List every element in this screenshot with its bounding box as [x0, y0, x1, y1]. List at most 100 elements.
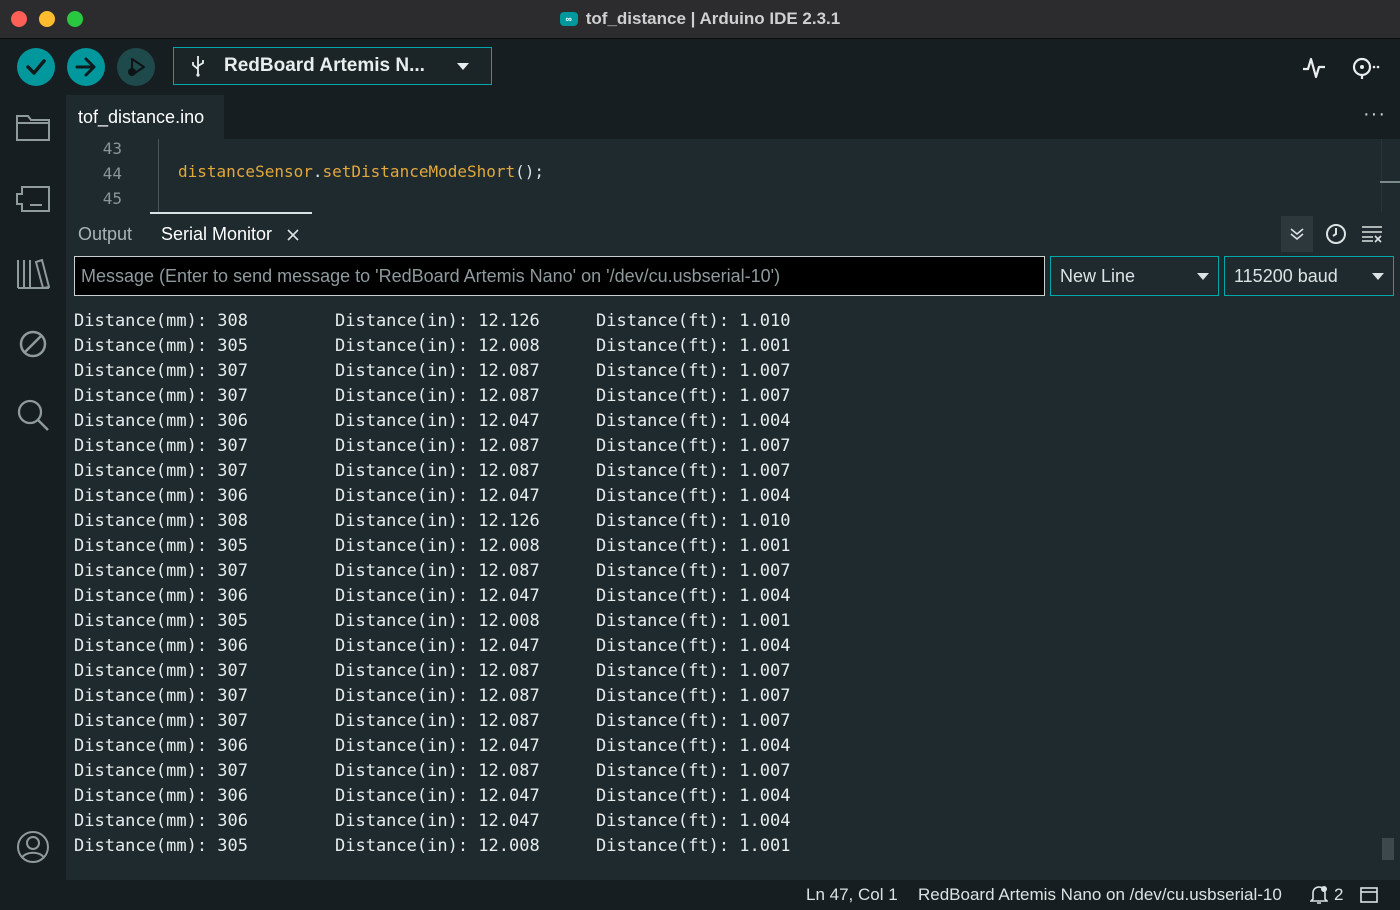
code-object-token: distanceSensor — [178, 162, 313, 181]
distance-mm-value: Distance(mm): 308 — [74, 511, 248, 531]
serial-output-line: Distance(mm): 308 Distance(in): 12.126 Dis… — [74, 509, 1374, 534]
sketchbook-button[interactable] — [15, 109, 51, 145]
close-serial-monitor-button[interactable] — [286, 228, 300, 242]
notifications-button[interactable]: 2 — [1310, 885, 1343, 905]
distance-mm-value: Distance(mm): 305 — [74, 536, 248, 556]
chevron-down-icon — [1197, 272, 1209, 280]
distance-mm-value: Distance(mm): 305 — [74, 836, 248, 856]
boards-manager-button[interactable] — [15, 181, 51, 217]
distance-in-value: Distance(in): 12.008 — [335, 611, 540, 631]
distance-in-value: Distance(in): 12.008 — [335, 336, 540, 356]
code-line: distanceSensor.setDistanceModeShort(); — [178, 162, 544, 181]
distance-mm-value: Distance(mm): 307 — [74, 386, 248, 406]
bell-icon — [1310, 886, 1328, 904]
serial-output-line: Distance(mm): 306 Distance(in): 12.047 Dis… — [74, 409, 1374, 434]
distance-in-value: Distance(in): 12.047 — [335, 811, 540, 831]
arduino-ide-window: ∞ tof_distance | Arduino IDE 2.3.1 RedBo… — [0, 0, 1400, 910]
distance-mm-value: Distance(mm): 307 — [74, 436, 248, 456]
serial-output-line: Distance(mm): 306 Distance(in): 12.047 Dis… — [74, 784, 1374, 809]
serial-output-line: Distance(mm): 306 Distance(in): 12.047 Dis… — [74, 584, 1374, 609]
tab-serial-monitor[interactable]: Serial Monitor — [161, 224, 272, 245]
usb-icon — [190, 55, 210, 77]
account-icon — [17, 831, 49, 863]
serial-output-line: Distance(mm): 307 Distance(in): 12.087 Dis… — [74, 684, 1374, 709]
clock-icon — [1326, 224, 1346, 244]
verify-button[interactable] — [17, 48, 55, 86]
line-number: 44 — [102, 164, 122, 183]
baud-rate-select[interactable]: 115200 baud — [1224, 256, 1394, 296]
distance-ft-value: Distance(ft): 1.004 — [596, 786, 791, 806]
serial-monitor-button[interactable] — [1348, 51, 1380, 83]
window-title-group: ∞ tof_distance | Arduino IDE 2.3.1 — [0, 0, 1400, 38]
editor-scroll-marker[interactable] — [1380, 181, 1400, 183]
serial-output-line: Distance(mm): 307 Distance(in): 12.087 Dis… — [74, 559, 1374, 584]
more-actions-icon[interactable]: ··· — [1363, 103, 1386, 126]
code-editor[interactable]: 43 44 45 distanceSensor.setDistanceModeS… — [66, 139, 1400, 212]
distance-in-value: Distance(in): 12.047 — [335, 636, 540, 656]
search-button[interactable] — [15, 397, 51, 433]
output-scrollbar[interactable] — [1382, 838, 1394, 860]
distance-ft-value: Distance(ft): 1.004 — [596, 586, 791, 606]
distance-in-value: Distance(in): 12.126 — [335, 511, 540, 531]
distance-ft-value: Distance(ft): 1.007 — [596, 561, 791, 581]
close-icon — [287, 229, 299, 241]
editor-tabstrip: tof_distance.ino ··· — [66, 95, 1400, 139]
distance-in-value: Distance(in): 12.087 — [335, 761, 540, 781]
serial-output-line: Distance(mm): 308 Distance(in): 12.126 Dis… — [74, 309, 1374, 334]
code-dot-token: . — [312, 162, 323, 181]
distance-mm-value: Distance(mm): 306 — [74, 586, 248, 606]
toolbar: RedBoard Artemis N... — [0, 39, 1400, 95]
serial-output-line: Distance(mm): 305 Distance(in): 12.008 Dis… — [74, 534, 1374, 559]
serial-message-input[interactable] — [74, 256, 1045, 296]
distance-ft-value: Distance(ft): 1.004 — [596, 411, 791, 431]
distance-in-value: Distance(in): 12.047 — [335, 786, 540, 806]
distance-ft-value: Distance(ft): 1.001 — [596, 836, 791, 856]
distance-in-value: Distance(in): 12.047 — [335, 411, 540, 431]
toggle-panel-button[interactable] — [1360, 887, 1378, 908]
account-button[interactable] — [15, 829, 51, 865]
window-title: tof_distance | Arduino IDE 2.3.1 — [585, 9, 841, 28]
debug-button[interactable] — [117, 48, 155, 86]
toggle-autoscroll-button[interactable] — [1281, 216, 1313, 252]
serial-output-line: Distance(mm): 305 Distance(in): 12.008 Dis… — [74, 834, 1374, 859]
line-ending-select[interactable]: New Line — [1050, 256, 1219, 296]
distance-mm-value: Distance(mm): 305 — [74, 336, 248, 356]
serial-output-line: Distance(mm): 307 Distance(in): 12.087 Dis… — [74, 659, 1374, 684]
serial-output-line: Distance(mm): 306 Distance(in): 12.047 Dis… — [74, 634, 1374, 659]
arrow-right-icon — [75, 57, 96, 77]
check-icon — [26, 59, 46, 75]
code-tail-token: (); — [515, 162, 545, 181]
library-manager-button[interactable] — [15, 255, 51, 291]
distance-ft-value: Distance(ft): 1.004 — [596, 486, 791, 506]
serial-plotter-button[interactable] — [1298, 51, 1330, 83]
tab-output[interactable]: Output — [78, 224, 132, 245]
distance-in-value: Distance(in): 12.047 — [335, 586, 540, 606]
board-port-status[interactable]: RedBoard Artemis Nano on /dev/cu.usbseri… — [918, 885, 1282, 905]
board-selector[interactable]: RedBoard Artemis N... — [173, 47, 492, 85]
distance-mm-value: Distance(mm): 307 — [74, 361, 248, 381]
toggle-timestamp-button[interactable] — [1320, 216, 1352, 252]
tab-tof-distance-ino[interactable]: tof_distance.ino — [66, 95, 224, 139]
library-icon — [17, 258, 50, 290]
distance-ft-value: Distance(ft): 1.004 — [596, 811, 791, 831]
distance-ft-value: Distance(ft): 1.007 — [596, 761, 791, 781]
distance-in-value: Distance(in): 12.008 — [335, 836, 540, 856]
panel-layout-icon — [1360, 887, 1378, 903]
panel-tabs: Output Serial Monitor — [66, 212, 1400, 256]
distance-ft-value: Distance(ft): 1.010 — [596, 311, 791, 331]
debug-panel-button[interactable] — [15, 326, 51, 362]
distance-ft-value: Distance(ft): 1.007 — [596, 711, 791, 731]
search-icon — [17, 399, 49, 431]
distance-in-value: Distance(in): 12.087 — [335, 386, 540, 406]
active-tab-indicator — [150, 212, 312, 214]
serial-output-line: Distance(mm): 305 Distance(in): 12.008 Dis… — [74, 609, 1374, 634]
line-number-gutter: 43 44 45 — [66, 139, 156, 212]
serial-output-line: Distance(mm): 305 Distance(in): 12.008 Dis… — [74, 334, 1374, 359]
clear-output-button[interactable] — [1356, 216, 1388, 252]
distance-mm-value: Distance(mm): 307 — [74, 461, 248, 481]
upload-button[interactable] — [67, 48, 105, 86]
cursor-position[interactable]: Ln 47, Col 1 — [806, 885, 898, 905]
serial-plotter-icon — [1303, 57, 1325, 79]
serial-output-line: Distance(mm): 306 Distance(in): 12.047 Dis… — [74, 734, 1374, 759]
double-chevron-down-icon — [1290, 228, 1304, 241]
